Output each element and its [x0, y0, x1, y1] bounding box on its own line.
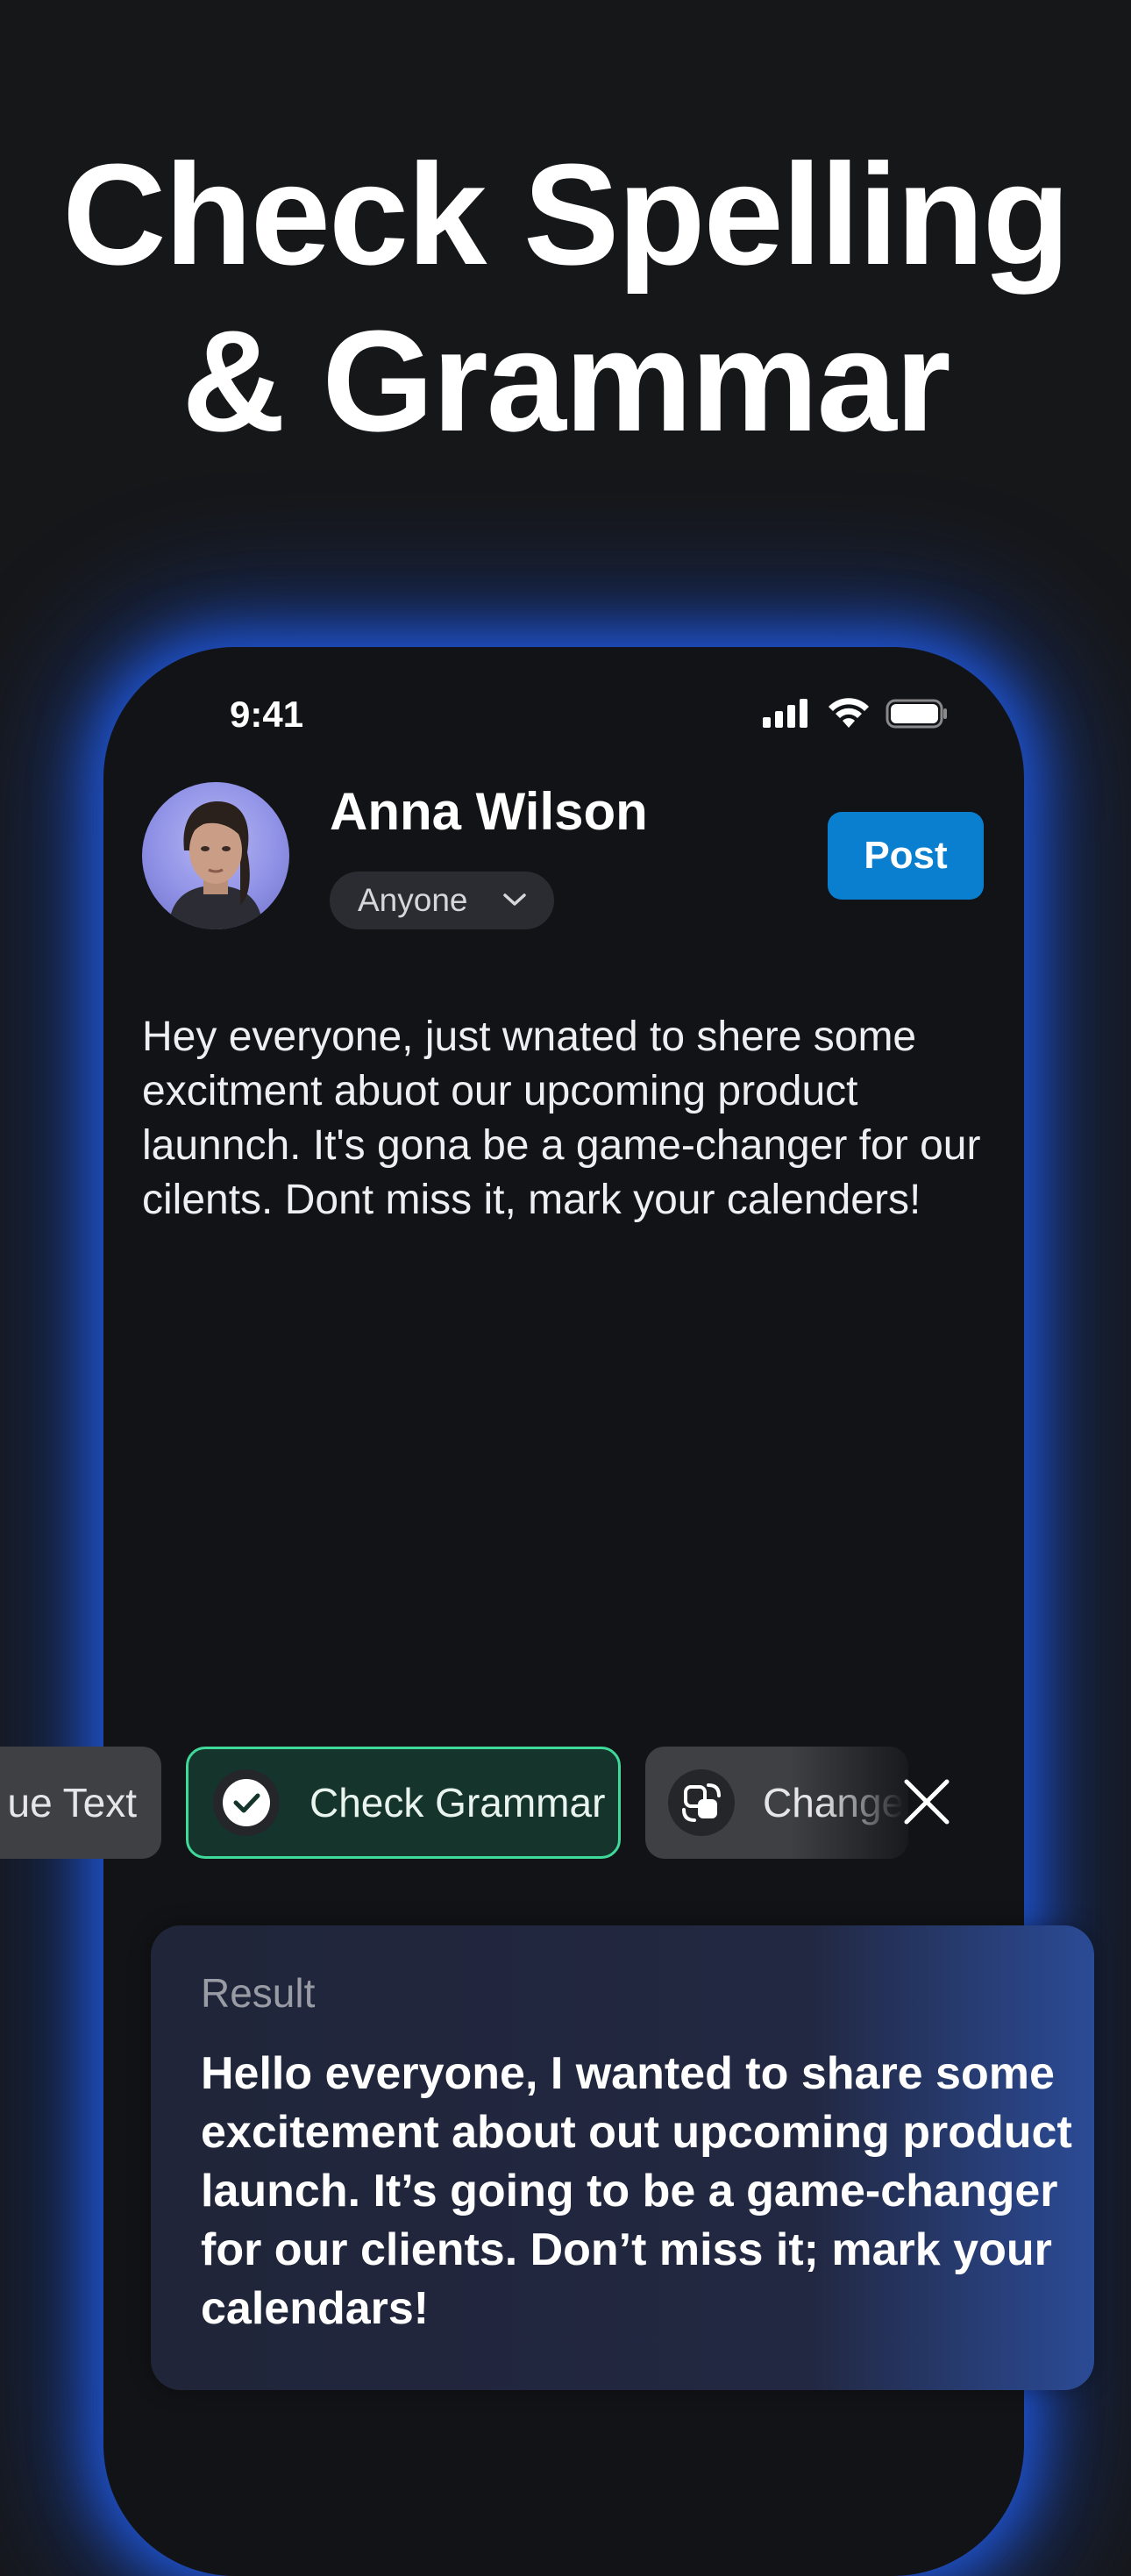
result-text: Hello everyone, I wanted to share some e…: [201, 2048, 1072, 2334]
chip-continue-label: ue Text: [7, 1780, 137, 1825]
avatar: [142, 782, 289, 929]
avatar-portrait: [168, 801, 263, 929]
audience-dropdown[interactable]: Anyone: [330, 872, 554, 929]
check-circle-icon: [213, 1769, 280, 1836]
post-button[interactable]: Post: [828, 812, 984, 900]
convert-icon: [668, 1769, 735, 1836]
hero-headline: Check Spelling & Grammar: [0, 132, 1131, 465]
wifi-icon: [829, 698, 869, 728]
chip-change[interactable]: Change: [645, 1747, 908, 1859]
status-time: 9:41: [230, 694, 304, 735]
chevron-down-icon: [503, 893, 526, 906]
headline-line-1: Check Spelling: [62, 134, 1071, 295]
result-card: Result Hello everyone, I wanted to share…: [151, 1925, 1094, 2390]
cellular-signal-icon: [763, 699, 807, 728]
result-label: Result: [201, 1970, 316, 2016]
audience-label: Anyone: [358, 882, 468, 918]
chip-check-grammar-label: Check Grammar: [309, 1780, 606, 1825]
draft-text[interactable]: Hey everyone, just wnated to shere some …: [142, 1010, 984, 1228]
chip-change-label: Change: [763, 1780, 905, 1825]
chip-continue-text[interactable]: ue Text: [0, 1747, 161, 1859]
battery-icon: [886, 699, 947, 729]
headline-line-2: & Grammar: [181, 301, 950, 461]
user-name: Anna Wilson: [330, 782, 648, 841]
close-icon[interactable]: [898, 1773, 956, 1831]
chip-check-grammar[interactable]: Check Grammar: [186, 1747, 621, 1859]
